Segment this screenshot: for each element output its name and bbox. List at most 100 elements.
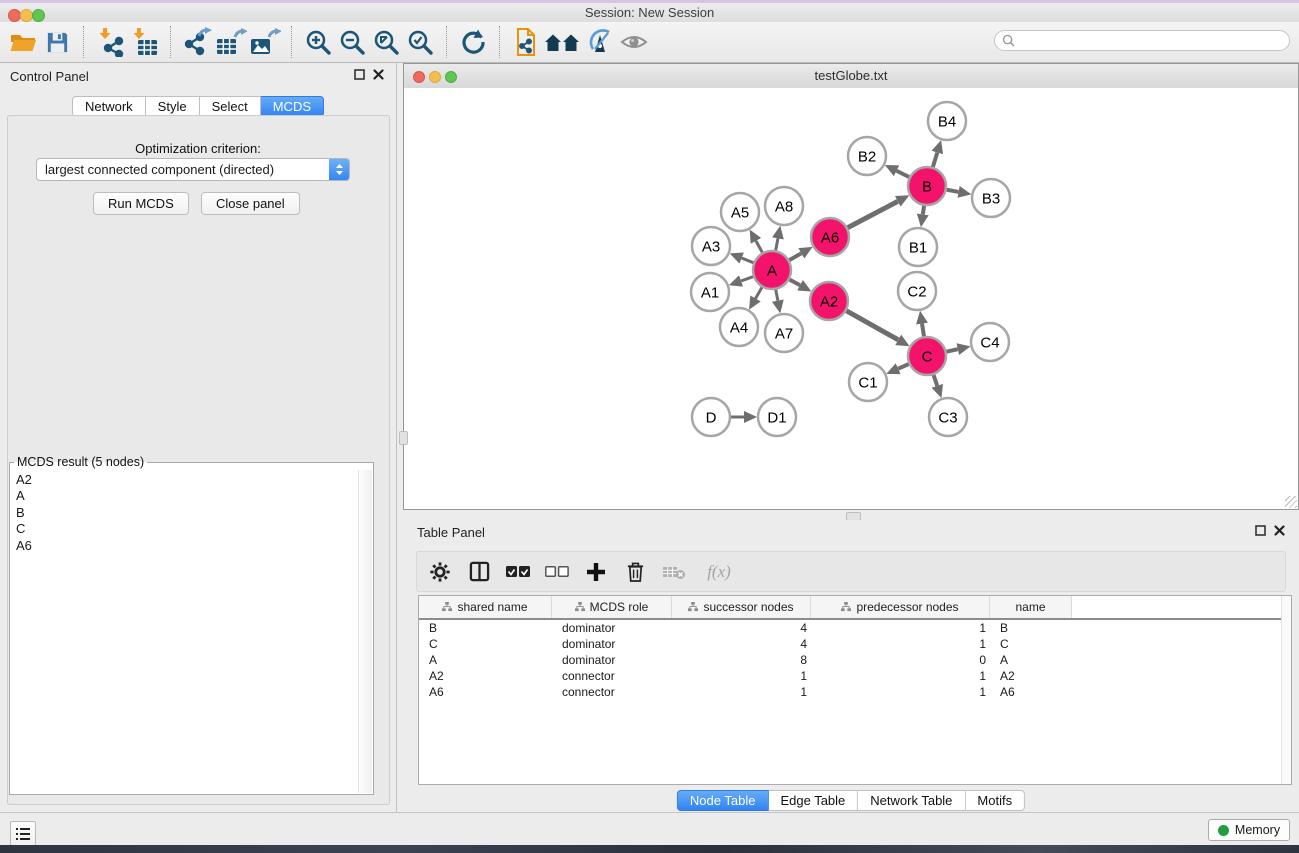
tab-motifs[interactable]: Motifs (965, 790, 1025, 811)
splitter-grip-vertical[interactable] (399, 431, 408, 445)
table-row[interactable]: A6connector11A6 (419, 684, 1291, 700)
table-scrollbar[interactable] (1281, 596, 1291, 784)
search-input[interactable] (1015, 33, 1259, 49)
criterion-select[interactable]: largest connected component (directed) (36, 158, 350, 181)
tab-node-table[interactable]: Node Table (677, 790, 769, 811)
select-all-columns-button[interactable] (505, 559, 531, 585)
table-cell: 1 (811, 669, 990, 683)
new-network-from-selection-button[interactable] (509, 25, 543, 59)
tab-network-table[interactable]: Network Table (858, 790, 965, 811)
table-cell: C (990, 637, 1072, 651)
create-column-button[interactable] (583, 559, 609, 585)
show-task-history-button[interactable] (10, 821, 36, 847)
table-row[interactable]: Cdominator41C (419, 636, 1291, 652)
mcds-result-scrollbar[interactable] (358, 470, 372, 793)
splitter-horizontal[interactable] (403, 510, 1299, 520)
node-table-body: Bdominator41BCdominator41CAdominator80AA… (419, 620, 1291, 700)
column-header[interactable]: shared name (419, 596, 552, 618)
float-table-panel-icon[interactable] (1255, 525, 1266, 536)
mcds-result-item[interactable]: A2 (10, 471, 359, 488)
control-panel-title: Control Panel (10, 69, 89, 84)
run-mcds-button[interactable]: Run MCDS (93, 192, 189, 215)
window-resize-handle[interactable] (1285, 496, 1297, 508)
show-column-button[interactable] (466, 559, 492, 585)
mcds-result-list: A2ABCA6 (10, 471, 359, 793)
show-graphics-details-button[interactable] (617, 25, 651, 59)
open-session-button[interactable] (6, 25, 40, 59)
table-cell: A6 (990, 685, 1072, 699)
graph-node-label: A5 (731, 204, 749, 221)
tab-network[interactable]: Network (72, 96, 146, 117)
close-panel-icon[interactable] (373, 69, 384, 80)
import-table-icon (129, 27, 159, 57)
mcds-result-box: MCDS result (5 nodes) A2ABCA6 (9, 455, 374, 795)
search-icon (1002, 34, 1015, 47)
export-image-button[interactable] (248, 25, 282, 59)
graph-node-label: A8 (775, 198, 793, 215)
zoom-in-icon (305, 29, 332, 56)
close-panel-button[interactable]: Close panel (201, 192, 300, 215)
table-cell: C (419, 637, 552, 651)
window-title: Session: New Session (0, 5, 1299, 20)
zoom-fit-icon (373, 29, 400, 56)
table-cell: A (419, 653, 552, 667)
mcds-result-item[interactable]: B (10, 504, 359, 521)
delete-table-button[interactable] (661, 559, 687, 585)
table-cell: 4 (672, 621, 811, 635)
graph-node-label: A3 (702, 238, 720, 255)
table-cell: B (990, 621, 1072, 635)
refresh-arrows-icon (459, 28, 487, 56)
first-neighbors-button[interactable] (543, 25, 583, 59)
table-toolbar: f(x) (416, 551, 1286, 592)
zoom-in-button[interactable] (301, 25, 335, 59)
network-from-selection-icon (512, 27, 540, 57)
mcds-result-item[interactable]: A (10, 488, 359, 505)
hide-graphics-details-button[interactable] (583, 25, 617, 59)
export-network-button[interactable] (180, 25, 214, 59)
unselect-all-columns-button[interactable] (544, 559, 570, 585)
graph-node-label: C3 (938, 409, 957, 426)
import-network-icon (95, 27, 125, 57)
function-builder-button[interactable]: f(x) (700, 559, 738, 585)
graph-node-label: B2 (858, 148, 876, 165)
tab-edge-table[interactable]: Edge Table (768, 790, 858, 811)
mcds-result-item[interactable]: C (10, 521, 359, 538)
floppy-disk-icon (45, 30, 70, 55)
graph-node-label: D (706, 409, 717, 426)
memory-button[interactable]: Memory (1208, 819, 1290, 841)
save-session-button[interactable] (40, 25, 74, 59)
mcds-result-item[interactable]: A6 (10, 537, 359, 554)
export-table-button[interactable] (214, 25, 248, 59)
export-table-icon (215, 27, 247, 57)
table-row[interactable]: A2connector11A2 (419, 668, 1291, 684)
tab-style[interactable]: Style (146, 96, 200, 117)
table-cell: 8 (672, 653, 811, 667)
zoom-fit-button[interactable] (369, 25, 403, 59)
import-table-button[interactable] (127, 25, 161, 59)
table-cell: connector (552, 685, 672, 699)
tab-select[interactable]: Select (200, 96, 261, 117)
column-header[interactable]: MCDS role (552, 596, 672, 618)
trash-icon (626, 561, 645, 582)
toolbar-separator (499, 26, 500, 58)
close-table-panel-icon[interactable] (1274, 525, 1285, 536)
zoom-selected-button[interactable] (403, 25, 437, 59)
table-row[interactable]: Adominator80A (419, 652, 1291, 668)
table-row[interactable]: Bdominator41B (419, 620, 1291, 636)
zoom-out-button[interactable] (335, 25, 369, 59)
desktop-edge-bottom (0, 845, 1299, 853)
import-network-button[interactable] (93, 25, 127, 59)
delete-column-button[interactable] (622, 559, 648, 585)
list-icon (15, 827, 31, 841)
column-header[interactable]: predecessor nodes (811, 596, 990, 618)
apply-layout-button[interactable] (456, 25, 490, 59)
column-header[interactable]: name (990, 596, 1072, 618)
delete-table-icon (662, 564, 686, 580)
checked-boxes-icon (506, 565, 530, 578)
tab-mcds[interactable]: MCDS (261, 96, 324, 117)
table-settings-button[interactable] (427, 559, 453, 585)
float-panel-icon[interactable] (354, 69, 365, 80)
search-field[interactable] (994, 30, 1290, 51)
column-header[interactable]: successor nodes (672, 596, 811, 618)
network-canvas[interactable]: B4B2BB3A8A5A6A3B1AA1C2A2A4A7C4CC1C3DD1 (404, 88, 1298, 509)
